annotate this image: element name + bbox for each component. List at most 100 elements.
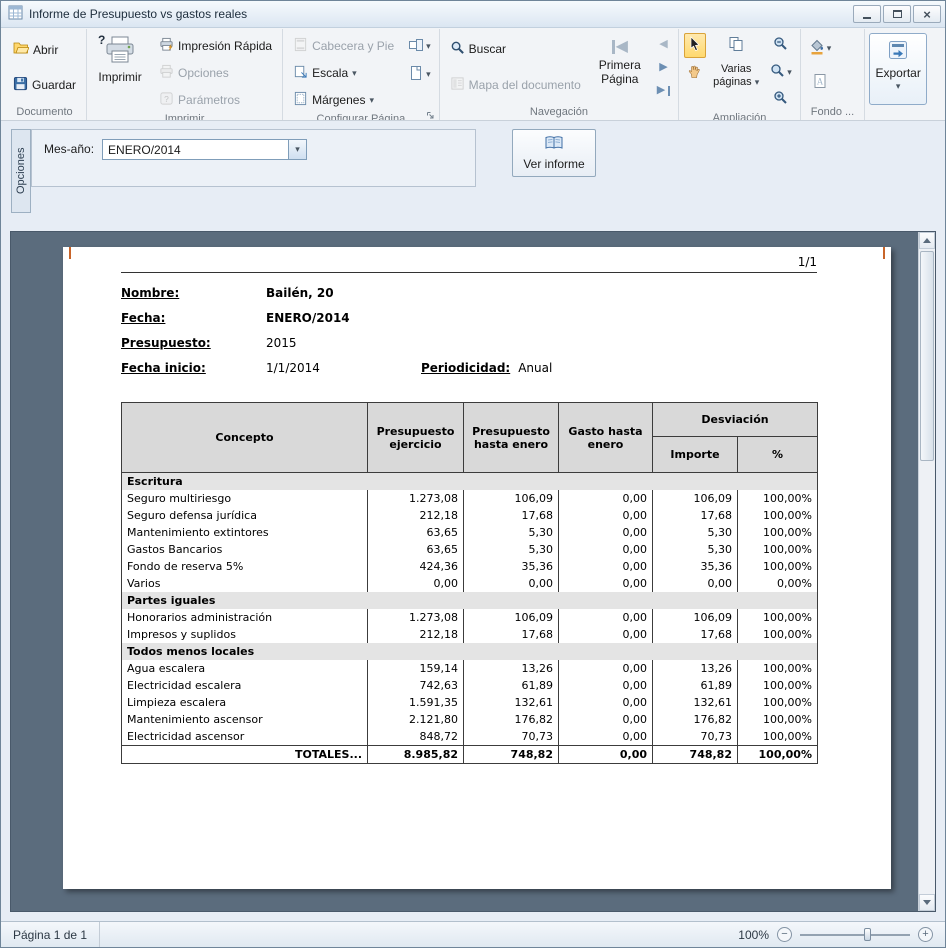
group-caption-documento: Documento xyxy=(7,105,82,120)
value-cell: 100,00% xyxy=(738,728,818,746)
value-cell: 5,30 xyxy=(464,541,559,558)
scroll-up-button[interactable] xyxy=(919,232,935,249)
value-cell: 100,00% xyxy=(738,711,818,728)
value-cell: 159,14 xyxy=(368,660,464,677)
value-cell: 35,36 xyxy=(464,558,559,575)
value-cell: 100,00% xyxy=(738,609,818,626)
margin-tick-icon xyxy=(69,247,71,259)
pagina-siguiente-button[interactable]: ▶ xyxy=(655,59,671,76)
group-caption-fondo: Fondo ... xyxy=(805,105,860,120)
margin-tick-icon xyxy=(883,247,885,259)
cabecera-pie-button[interactable]: Cabecera y Pie xyxy=(287,34,400,58)
concept-cell: Honorarios administración xyxy=(122,609,368,626)
field-value: Bailén, 20 xyxy=(266,286,334,300)
scrollbar-thumb[interactable] xyxy=(920,251,934,461)
configurar-caption-text: Configurar Página xyxy=(317,113,406,121)
zoom-slider-track[interactable] xyxy=(800,934,910,936)
zoom-in-icon xyxy=(773,90,788,108)
maximize-button[interactable] xyxy=(883,5,911,23)
exportar-button[interactable]: Exportar ▾ xyxy=(869,33,927,105)
field-label: Fecha: xyxy=(121,311,266,325)
zoom-button[interactable]: ▾ xyxy=(766,60,796,84)
chevron-down-icon: ▾ xyxy=(369,96,374,105)
group-caption-ampliacion: Ampliación xyxy=(683,111,796,121)
svg-text:A: A xyxy=(817,77,824,87)
field-value: Anual xyxy=(518,361,552,375)
acercar-button[interactable] xyxy=(769,87,792,111)
value-cell: 100,00% xyxy=(738,541,818,558)
chevron-down-icon: ▾ xyxy=(426,42,431,51)
zoom-out-icon xyxy=(773,36,788,54)
pagina-anterior-button[interactable]: ◀ xyxy=(655,36,671,53)
totals-value-cell: 748,82 xyxy=(464,746,559,764)
varias-paginas-icono-button[interactable] xyxy=(724,33,748,58)
chevron-down-icon: ▾ xyxy=(827,44,832,53)
last-page-bar-icon xyxy=(668,86,670,96)
export-icon xyxy=(887,39,909,64)
value-cell: 0,00 xyxy=(559,575,653,592)
parametros-label: Parámetros xyxy=(178,93,240,107)
field-value: 1/1/2014 xyxy=(266,361,421,375)
ver-informe-button[interactable]: Ver informe xyxy=(512,129,596,177)
zoom-out-button[interactable]: − xyxy=(777,927,792,942)
varias-paginas-label: Varias páginas xyxy=(713,63,752,88)
zoom-in-button[interactable]: + xyxy=(918,927,933,942)
combo-dropdown-button[interactable]: ▾ xyxy=(288,140,306,159)
primera-pagina-button[interactable]: ◀ Primera Página xyxy=(591,30,649,105)
buscar-button[interactable]: Buscar xyxy=(444,37,512,61)
concept-cell: Impresos y suplidos xyxy=(122,626,368,643)
zoom-slider-thumb[interactable] xyxy=(864,928,871,941)
concept-cell: Mantenimiento ascensor xyxy=(122,711,368,728)
color-fondo-button[interactable]: ▾ xyxy=(805,36,836,61)
group-caption-navegacion: Navegación xyxy=(444,105,675,120)
herramienta-mano-button[interactable] xyxy=(683,61,706,85)
puntero-raton-button[interactable] xyxy=(684,33,706,58)
impresion-rapida-button[interactable]: Impresión Rápida xyxy=(153,34,278,58)
scale-icon xyxy=(293,64,308,82)
mapa-documento-button[interactable]: Mapa del documento xyxy=(444,73,587,97)
concept-cell: Mantenimiento extintores xyxy=(122,524,368,541)
scroll-down-button[interactable] xyxy=(919,894,935,911)
value-cell: 100,00% xyxy=(738,677,818,694)
guardar-button[interactable]: Guardar xyxy=(7,73,82,97)
parametros-button[interactable]: ? Parámetros xyxy=(153,88,246,112)
table-row: Mantenimiento ascensor2.121,80176,820,00… xyxy=(122,711,818,728)
dialog-launcher-icon[interactable] xyxy=(426,110,435,121)
concept-cell: Electricidad escalera xyxy=(122,677,368,694)
ultima-pagina-button[interactable]: ▶ xyxy=(653,82,674,99)
printer-icon xyxy=(103,35,137,69)
orientacion-button[interactable]: ▾ xyxy=(404,34,435,59)
totals-value-cell: 100,00% xyxy=(738,746,818,764)
close-icon: × xyxy=(923,8,931,21)
tamano-papel-button[interactable]: ▾ xyxy=(404,62,435,87)
zoom-slider[interactable] xyxy=(800,927,910,942)
statusbar: Página 1 de 1 100% − + xyxy=(1,921,945,947)
value-cell: 100,00% xyxy=(738,490,818,507)
table-row: Agua escalera159,1413,260,0013,26100,00% xyxy=(122,660,818,677)
varias-paginas-button[interactable]: Varias páginas ▾ xyxy=(710,61,762,91)
opciones-button[interactable]: Opciones xyxy=(153,61,235,85)
abrir-label: Abrir xyxy=(33,43,58,57)
chevron-down-icon: ▾ xyxy=(755,77,760,87)
plus-icon: + xyxy=(922,929,928,940)
totals-value-cell: 8.985,82 xyxy=(368,746,464,764)
value-cell: 63,65 xyxy=(368,541,464,558)
scrollbar-track[interactable] xyxy=(919,249,935,894)
margenes-button[interactable]: Márgenes ▾ xyxy=(287,88,380,112)
mes-ano-combobox[interactable]: ENERO/2014 ▾ xyxy=(102,139,307,160)
ribbon-group-imprimir: ? Imprimir Impresión Rápida Opciones ? xyxy=(87,29,283,120)
svg-text:?: ? xyxy=(164,94,169,104)
close-button[interactable]: × xyxy=(913,5,941,23)
value-cell: 100,00% xyxy=(738,507,818,524)
minimize-button[interactable] xyxy=(853,5,881,23)
report-book-icon xyxy=(544,135,564,154)
imprimir-button[interactable]: ? Imprimir xyxy=(91,30,149,112)
app-window: Informe de Presupuesto vs gastos reales … xyxy=(0,0,946,948)
abrir-button[interactable]: Abrir xyxy=(7,38,64,61)
marca-agua-button[interactable]: A xyxy=(808,70,832,95)
escala-button[interactable]: Escala ▾ xyxy=(287,61,363,85)
vertical-scrollbar[interactable] xyxy=(918,232,935,911)
opciones-tab[interactable]: Opciones xyxy=(11,129,31,213)
mes-ano-value[interactable]: ENERO/2014 xyxy=(103,143,288,157)
alejar-button[interactable] xyxy=(769,33,792,57)
